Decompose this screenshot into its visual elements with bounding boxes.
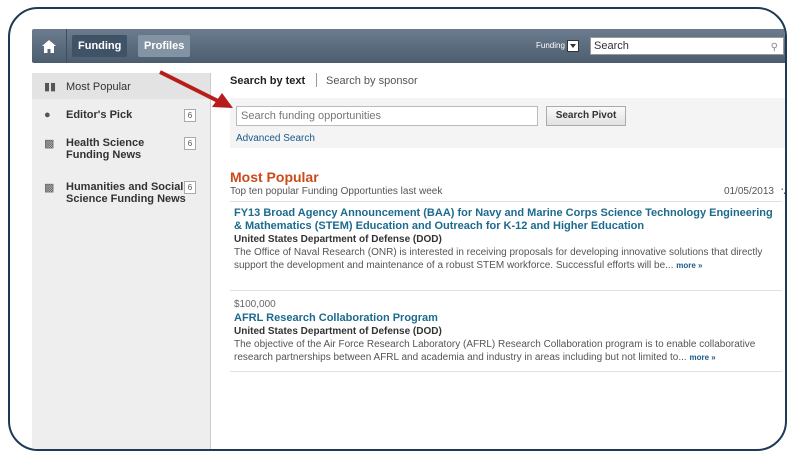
rss-icon[interactable]: ∵ xyxy=(781,185,785,198)
divider xyxy=(230,371,782,372)
count-badge: 6 xyxy=(184,181,196,194)
search-pivot-button[interactable]: Search Pivot xyxy=(546,106,626,126)
sidebar-item-health-science[interactable]: ▩ Health Science Funding News 6 xyxy=(32,137,210,163)
divider xyxy=(230,201,782,202)
home-button[interactable] xyxy=(32,29,67,63)
tab-search-by-text[interactable]: Search by text xyxy=(230,75,305,87)
advanced-search-link[interactable]: Advanced Search xyxy=(236,133,315,144)
divider xyxy=(230,290,782,291)
more-link[interactable]: more » xyxy=(676,261,702,270)
result-description: The Office of Naval Research (ONR) is in… xyxy=(234,246,782,272)
search-panel: Search funding opportunities Search Pivo… xyxy=(230,98,785,148)
award-icon: ● xyxy=(44,109,51,121)
sidebar-item-label: Health Science Funding News xyxy=(66,137,145,161)
result-agency: United States Department of Defense (DOD… xyxy=(234,234,442,245)
result-description: The objective of the Air Force Research … xyxy=(234,338,782,364)
count-badge: 6 xyxy=(184,137,196,150)
tab-profiles[interactable]: Profiles xyxy=(138,35,191,57)
sidebar-item-label: Most Popular xyxy=(66,81,131,93)
section-date: 01/05/2013 xyxy=(723,186,774,197)
result-agency: United States Department of Defense (DOD… xyxy=(234,326,442,337)
result-title-link[interactable]: FY13 Broad Agency Announcement (BAA) for… xyxy=(234,207,782,233)
result-amount: $100,000 xyxy=(234,299,276,310)
main-content: Search by text Search by sponsor Search … xyxy=(230,73,785,449)
app-window: Funding Profiles Funding Search ⚲ ▮▮ Mos… xyxy=(32,29,785,449)
tab-search-by-sponsor[interactable]: Search by sponsor xyxy=(326,75,418,87)
sidebar-item-label: Humanities and Social Science Funding Ne… xyxy=(66,181,186,205)
search-scope-select[interactable]: Funding xyxy=(536,39,579,53)
sidebar-item-editors-pick[interactable]: ● Editor's Pick 6 xyxy=(32,109,210,123)
section-title: Most Popular xyxy=(230,169,319,185)
sidebar-item-most-popular[interactable]: ▮▮ Most Popular xyxy=(32,73,210,99)
tab-funding[interactable]: Funding xyxy=(72,35,128,57)
result-description-text: The objective of the Air Force Research … xyxy=(234,339,756,363)
screenshot-frame: Funding Profiles Funding Search ⚲ ▮▮ Mos… xyxy=(8,7,787,451)
newsletter-icon: ▩ xyxy=(44,138,55,150)
search-scope-label: Funding xyxy=(536,41,565,50)
home-icon xyxy=(42,39,56,53)
list-item: FY13 Broad Agency Announcement (BAA) for… xyxy=(234,207,782,272)
tab-divider xyxy=(316,73,317,87)
global-search-input[interactable]: Search ⚲ xyxy=(590,37,784,55)
list-item: $100,000 AFRL Research Collaboration Pro… xyxy=(234,299,782,364)
count-badge: 6 xyxy=(184,109,196,122)
sidebar-item-humanities[interactable]: ▩ Humanities and Social Science Funding … xyxy=(32,181,210,207)
newsletter-icon: ▩ xyxy=(44,182,55,194)
bar-chart-icon: ▮▮ xyxy=(44,81,57,93)
result-title-link[interactable]: AFRL Research Collaboration Program xyxy=(234,312,782,325)
chevron-down-icon xyxy=(566,39,579,52)
global-search-value: Search xyxy=(594,40,629,52)
search-input[interactable]: Search funding opportunities xyxy=(236,106,538,126)
search-icon[interactable]: ⚲ xyxy=(771,40,778,56)
sidebar-item-label: Editor's Pick xyxy=(66,109,133,121)
sidebar: ▮▮ Most Popular ● Editor's Pick 6 ▩ Heal… xyxy=(32,73,211,449)
top-navigation-bar: Funding Profiles Funding Search ⚲ xyxy=(32,29,785,63)
more-link[interactable]: more » xyxy=(689,353,715,362)
section-subtitle: Top ten popular Funding Opportunties las… xyxy=(230,186,443,197)
